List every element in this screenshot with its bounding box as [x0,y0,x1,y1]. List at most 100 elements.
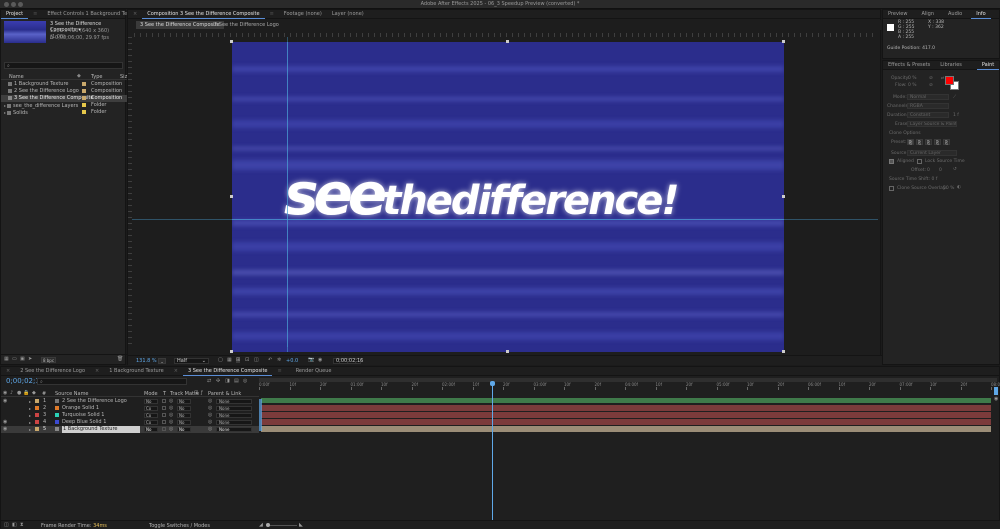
work-area-end-marker[interactable] [994,387,998,395]
bit-depth-button[interactable]: 8 bpc [41,357,56,363]
layer-duration-bar[interactable] [261,412,991,418]
layer-label-swatch[interactable] [35,406,39,410]
timeline-tab[interactable]: 2 See the Difference Logo [15,367,90,376]
transform-handle[interactable] [230,40,233,43]
vertical-ruler[interactable] [128,37,132,347]
transfer-controls-toggle-icon[interactable]: ◧ [12,522,17,528]
horizontal-ruler[interactable] [134,33,874,37]
parent-pickwhip-icon[interactable]: ◎ [208,398,212,405]
disclosure-triangle-icon[interactable]: ▸ [29,398,31,405]
composition-mini-flowchart-icon[interactable]: ⇄ [207,378,211,384]
tab-align[interactable]: Align [916,10,939,19]
label-swatch[interactable] [82,103,86,107]
label-swatch[interactable] [82,82,86,86]
blend-mode-select[interactable]: Co [144,406,158,411]
layer-row[interactable]: ◉ ▸ 1 2 See the Difference Logo No ◎ No … [1,398,259,405]
erase-select[interactable]: Layer Source & Paint [907,121,957,127]
comp-button-icon[interactable]: ◉ [994,396,998,402]
show-channel-icon[interactable]: ◉ [318,357,322,363]
label-column-icon[interactable]: ◆ [77,73,81,79]
duration-select[interactable]: Constant [907,112,949,118]
in-out-toggle-icon[interactable]: ⧗ [20,522,24,528]
layer-name[interactable]: Orange Solid 1 [62,405,99,412]
parent-pickwhip-icon[interactable]: ◎ [208,405,212,412]
tab-libraries[interactable]: Libraries [935,61,967,70]
shy-layers-icon[interactable]: ◨ [225,378,230,384]
time-zoom-slider[interactable] [267,525,297,526]
offset-x-value[interactable]: 0 [927,168,930,173]
lock-source-time-checkbox[interactable] [917,159,922,164]
new-composition-icon[interactable]: ▣ [20,356,25,362]
column-source-name[interactable]: Source Name [55,391,89,397]
layer-name[interactable]: Turquoise Solid 1 [62,412,104,419]
offset-y-value[interactable]: 0 [939,168,942,173]
new-folder-icon[interactable]: ▭ [12,356,17,362]
tab-audio[interactable]: Audio [943,10,967,19]
parent-pickwhip-icon[interactable]: ◎ [208,419,212,426]
mode-select[interactable]: Normal [907,94,949,100]
toggle-switches-modes[interactable]: Toggle Switches / Modes [149,523,210,529]
track-matte-select[interactable]: No [177,413,191,418]
swap-colors-icon[interactable]: ⇄ [941,75,944,80]
blend-mode-select[interactable]: No [144,399,158,404]
matte-pickwhip-icon[interactable]: ◎ [169,398,173,405]
duration-frames[interactable]: 1 f [953,113,959,118]
preserve-transparency-checkbox[interactable] [162,420,166,424]
solo-icon[interactable]: ● [17,390,21,396]
clone-preset-3-button[interactable]: ⎘ [925,139,932,145]
interpret-footage-icon[interactable]: ▦ [4,356,9,362]
source-select[interactable]: Current Layer [907,150,957,156]
label-swatch[interactable] [82,89,86,93]
3d-view-icon[interactable]: ◫ [254,357,259,363]
opacity-value[interactable]: 0 % [908,76,917,81]
visibility-eye-icon[interactable]: ◉ [3,398,7,405]
project-item[interactable]: 2 See the Difference Logo Composition [1,88,127,95]
close-tab-icon[interactable]: × [128,10,142,19]
transform-handle[interactable] [782,350,785,353]
clone-preset-2-button[interactable]: ⎘ [916,139,923,145]
snapshot-icon[interactable]: 📷 [308,357,314,363]
disclosure-triangle-icon[interactable]: ▸ [29,419,31,426]
track-matte-select[interactable]: No [177,427,191,432]
label-swatch[interactable] [82,110,86,114]
tab-preview[interactable]: Preview [883,10,912,19]
disclosure-triangle-icon[interactable]: ▸ [4,103,6,108]
draft-3d-icon[interactable]: ✣ [216,378,220,384]
exposure-value[interactable]: +0.0 [286,358,298,364]
parent-select[interactable]: None [216,399,252,404]
aligned-checkbox[interactable] [889,159,894,164]
reset-offset-icon[interactable]: ↺ [953,167,957,172]
zoom-out-time-icon[interactable]: ◢ [259,522,263,528]
trash-icon[interactable]: 🗑 [117,356,123,362]
preserve-transparency-checkbox[interactable] [162,413,166,417]
transform-handle[interactable] [230,350,233,353]
layer-label-swatch[interactable] [35,413,39,417]
timeline-tab[interactable]: 1 Background Texture [104,367,169,376]
clone-preset-4-button[interactable]: ⎘ [934,139,941,145]
composition-canvas[interactable]: seethedifference! [232,42,784,352]
video-visibility-icon[interactable]: ◉ [3,390,7,396]
zoom-in-time-icon[interactable]: ◣ [299,522,303,528]
parent-select[interactable]: None [216,406,252,411]
layer-row[interactable]: ▸ 3 Turquoise Solid 1 Co ◎ No ◎ None [1,412,259,419]
matte-pickwhip-icon[interactable]: ◎ [169,426,173,433]
in-point-marker[interactable] [259,399,262,431]
project-item-selected[interactable]: 3 See the Difference Composite Compositi… [1,95,127,102]
matte-pickwhip-icon[interactable]: ◎ [169,405,173,412]
timeline-tab-active[interactable]: 3 See the Difference Composite [182,367,273,376]
disclosure-triangle-icon[interactable]: ▸ [29,405,31,412]
foreground-color-swatch[interactable] [945,76,954,85]
disclosure-triangle-icon[interactable]: ▸ [4,110,6,115]
tab-effects-presets[interactable]: Effects & Presets [883,61,935,70]
transform-handle[interactable] [506,40,509,43]
layer-label-swatch[interactable] [35,420,39,424]
lock-icon[interactable]: 🔒 [23,390,29,396]
project-item[interactable]: ▸ see_the_difference Layers Folder [1,102,127,109]
parent-pickwhip-icon[interactable]: ◎ [208,412,212,419]
track-matte-select[interactable]: No [177,399,191,404]
project-search-input[interactable]: ⌕ [4,62,123,69]
channels-select[interactable]: RGBA [907,103,949,109]
close-tab-icon[interactable]: × [169,367,183,376]
layer-label-swatch[interactable] [35,427,39,431]
layer-row-selected[interactable]: ◉ ▸ 5 1 Background Texture No ◎ No ◎ Non… [1,426,259,433]
